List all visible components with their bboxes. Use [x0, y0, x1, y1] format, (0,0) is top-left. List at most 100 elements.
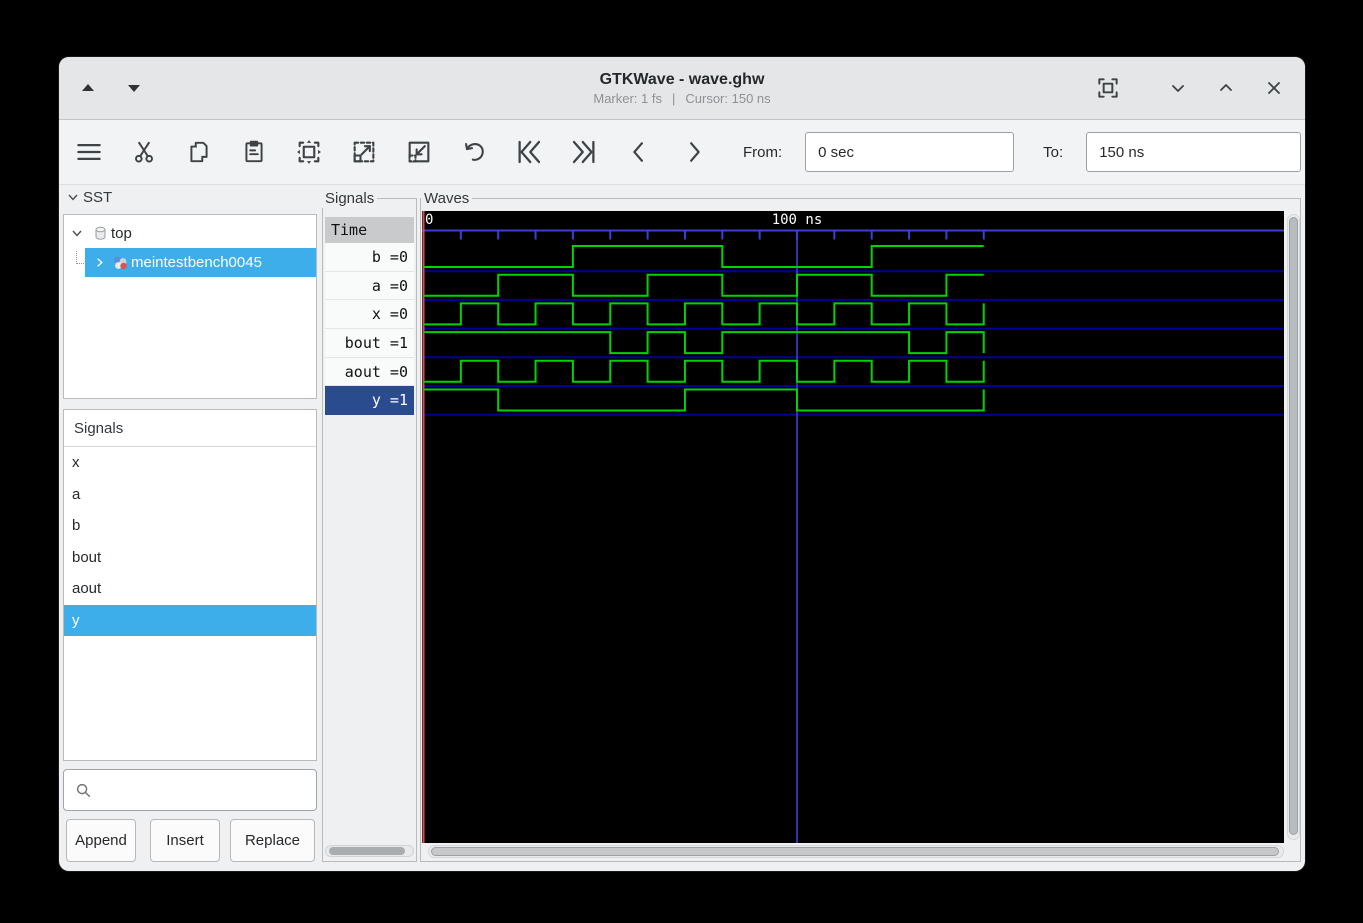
svg-text:0: 0: [425, 212, 433, 228]
module-spheres-icon: [109, 254, 131, 272]
list-item-bout[interactable]: bout: [64, 542, 316, 574]
tree-item-testbench[interactable]: meintestbench0045: [85, 248, 316, 277]
paste-button[interactable]: [234, 132, 274, 172]
svg-text:100 ns: 100 ns: [772, 212, 823, 228]
menu-icon: [74, 137, 104, 167]
list-item-y[interactable]: y: [64, 605, 316, 637]
status-cursor: Cursor: 150 ns: [685, 91, 770, 106]
waves-horizontal-scrollbar[interactable]: [428, 845, 1284, 858]
zoom-out-icon: [405, 138, 433, 166]
to-start-icon: [514, 137, 544, 167]
wave-name-aout[interactable]: aout =0: [325, 358, 414, 387]
to-end-button[interactable]: [564, 132, 604, 172]
signal-list-header: Signals: [64, 410, 316, 447]
waveform-aout: [424, 361, 984, 382]
scrollbar-thumb[interactable]: [329, 847, 405, 855]
magnifier-icon: [74, 781, 92, 799]
chevron-down-icon: [66, 190, 80, 204]
waves-vertical-scrollbar[interactable]: [1287, 214, 1300, 840]
to-label: To:: [1043, 144, 1063, 161]
maximize-button[interactable]: [1211, 73, 1241, 103]
time-header[interactable]: Time: [325, 217, 414, 243]
from-input[interactable]: [805, 132, 1014, 172]
to-input[interactable]: [1086, 132, 1301, 172]
titlebar-down-button[interactable]: [119, 73, 149, 103]
waveform-x: [424, 303, 984, 324]
waveform-a: [424, 275, 984, 296]
zoom-in-icon: [350, 138, 378, 166]
signals-frame-label: Signals: [322, 188, 377, 208]
list-item-aout[interactable]: aout: [64, 573, 316, 605]
tree-item-label: meintestbench0045: [131, 254, 262, 271]
waves-frame-label: Waves: [421, 188, 472, 208]
triangle-up-icon: [76, 76, 100, 100]
wave-name-a[interactable]: a =0: [325, 272, 414, 301]
status-separator: |: [672, 91, 675, 106]
append-button[interactable]: Append: [66, 819, 136, 862]
step-back-button[interactable]: [619, 132, 659, 172]
scrollbar-thumb[interactable]: [1289, 217, 1298, 835]
zoom-fit-icon: [295, 138, 323, 166]
step-back-icon: [625, 138, 653, 166]
menu-button[interactable]: [69, 132, 109, 172]
zoom-out-button[interactable]: [399, 132, 439, 172]
titlebar-up-button[interactable]: [73, 73, 103, 103]
to-end-icon: [569, 137, 599, 167]
triangle-down-icon: [122, 76, 146, 100]
wave-name-rows: b =0 a =0 x =0 bout =1 aout =0 y =1: [325, 243, 414, 415]
signal-search[interactable]: [63, 769, 317, 811]
maximize-icon: [1214, 76, 1238, 100]
minimize-button[interactable]: [1163, 73, 1193, 103]
wave-name-y[interactable]: y =1: [325, 386, 414, 415]
copy-button[interactable]: [179, 132, 219, 172]
tree-item-label: top: [111, 225, 132, 242]
zoom-in-button[interactable]: [344, 132, 384, 172]
sst-frame-label[interactable]: SST: [63, 187, 115, 207]
list-item-b[interactable]: b: [64, 510, 316, 542]
insert-button[interactable]: Insert: [150, 819, 220, 862]
toolbar: From: To:: [59, 120, 1305, 185]
wave-display[interactable]: 0 100 ns: [422, 211, 1284, 843]
window-status: Marker: 1 fs | Cursor: 150 ns: [593, 91, 770, 106]
names-horizontal-scrollbar[interactable]: [325, 845, 414, 857]
list-item-a[interactable]: a: [64, 479, 316, 511]
close-button[interactable]: [1259, 73, 1289, 103]
zoom-undo-icon: [460, 138, 488, 166]
cylinder-icon: [89, 225, 111, 242]
wave-name-x[interactable]: x =0: [325, 300, 414, 329]
paste-icon: [241, 139, 267, 165]
fullscreen-icon: [1095, 75, 1121, 101]
cut-button[interactable]: [124, 132, 164, 172]
status-marker: Marker: 1 fs: [593, 91, 662, 106]
waveform-b: [424, 246, 984, 267]
step-forward-button[interactable]: [674, 132, 714, 172]
from-label: From:: [743, 144, 782, 161]
sst-tree: top meintestbench0045: [63, 214, 317, 399]
signal-buttons: Append Insert Replace: [59, 819, 319, 863]
gtkwave-window: GTKWave - wave.ghw Marker: 1 fs | Cursor…: [59, 57, 1305, 871]
zoom-undo-button[interactable]: [454, 132, 494, 172]
minimize-icon: [1166, 76, 1190, 100]
expander-chevron-right-icon[interactable]: [89, 256, 109, 269]
tree-item-top[interactable]: top: [65, 219, 315, 247]
titlebar[interactable]: GTKWave - wave.ghw Marker: 1 fs | Cursor…: [59, 57, 1305, 120]
replace-button[interactable]: Replace: [230, 819, 315, 862]
step-forward-icon: [680, 138, 708, 166]
signal-list: Signals x a b bout aout y: [63, 409, 317, 761]
waveform-y: [424, 390, 984, 411]
cut-icon: [131, 139, 157, 165]
window-title: GTKWave - wave.ghw: [600, 70, 765, 89]
wave-name-b[interactable]: b =0: [325, 243, 414, 272]
list-item-x[interactable]: x: [64, 447, 316, 479]
expander-chevron-down-icon[interactable]: [65, 226, 89, 240]
copy-icon: [186, 139, 212, 165]
waveform-bout: [424, 332, 984, 353]
zoom-fit-button[interactable]: [289, 132, 329, 172]
waveform-canvas: 0 100 ns: [422, 211, 1284, 843]
to-start-button[interactable]: [509, 132, 549, 172]
close-icon: [1262, 76, 1286, 100]
search-input[interactable]: [98, 769, 316, 811]
fullscreen-button[interactable]: [1093, 73, 1123, 103]
wave-name-bout[interactable]: bout =1: [325, 329, 414, 358]
scrollbar-thumb[interactable]: [431, 847, 1279, 856]
